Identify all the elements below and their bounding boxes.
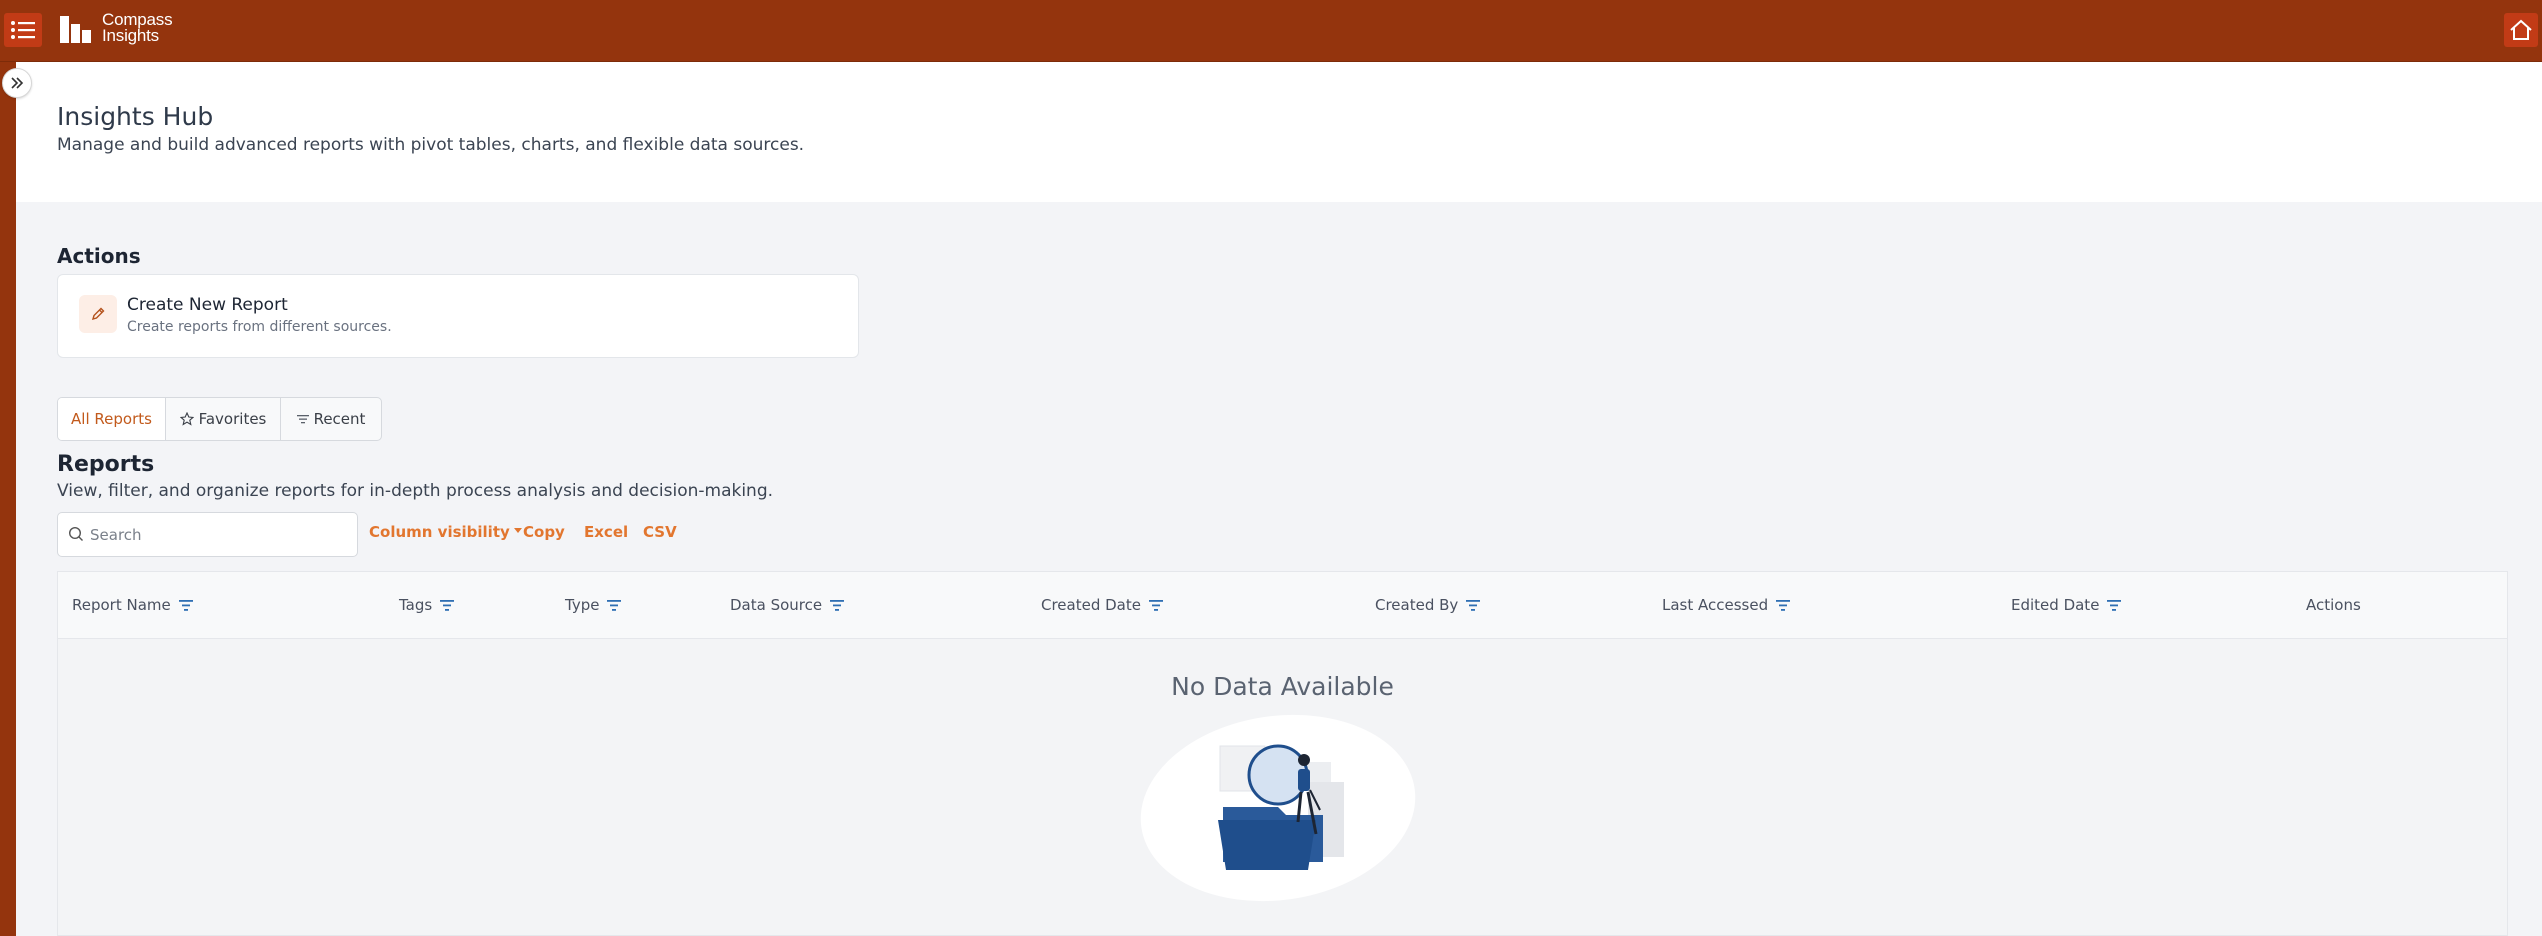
tab-label: Recent [313, 410, 366, 428]
brand-name: Compass Insights [102, 11, 173, 45]
tab-all-reports[interactable]: All Reports [58, 398, 166, 440]
search-input[interactable] [90, 513, 350, 556]
tab-label: Favorites [198, 410, 267, 428]
create-new-report-card[interactable]: Create New Report Create reports from di… [57, 274, 859, 358]
column-header-data-source[interactable]: Data Source [730, 596, 845, 614]
star-icon [179, 412, 194, 426]
double-chevron-right-icon [11, 77, 24, 89]
sidebar-rail [0, 62, 16, 936]
csv-button[interactable]: CSV [643, 523, 677, 541]
tab-label: All Reports [71, 410, 152, 428]
filter-icon[interactable] [607, 599, 622, 611]
column-visibility-button[interactable]: Column visibility [369, 523, 522, 541]
filter-icon[interactable] [1466, 599, 1481, 611]
column-header-tags[interactable]: Tags [399, 596, 455, 614]
page-subtitle: Manage and build advanced reports with p… [57, 135, 805, 155]
column-label: Tags [399, 596, 433, 614]
column-header-actions: Actions [2306, 596, 2361, 614]
column-header-last-accessed[interactable]: Last Accessed [1662, 596, 1791, 614]
tab-recent[interactable]: Recent [281, 398, 381, 440]
sidebar-expand-button[interactable] [2, 68, 32, 98]
empty-state-title: No Data Available [1171, 672, 1394, 701]
brand-line-2: Insights [102, 26, 159, 45]
filter-icon[interactable] [178, 599, 193, 611]
empty-folder-illustration [1140, 714, 1416, 902]
action-label: Create New Report [127, 295, 288, 315]
reports-subtitle: View, filter, and organize reports for i… [57, 481, 774, 501]
column-header-created-by[interactable]: Created By [1375, 596, 1481, 614]
column-label: Last Accessed [1662, 596, 1769, 614]
search-box [57, 512, 358, 557]
column-header-report-name[interactable]: Report Name [72, 596, 193, 614]
column-visibility-label: Column visibility [369, 523, 510, 541]
menu-button[interactable] [4, 13, 42, 47]
column-label: Edited Date [2011, 596, 2100, 614]
caret-down-icon [513, 528, 522, 533]
page-header: Insights Hub Manage and build advanced r… [16, 62, 2542, 202]
action-description: Create reports from different sources. [127, 319, 392, 335]
filter-icon[interactable] [830, 599, 845, 611]
excel-button[interactable]: Excel [584, 523, 628, 541]
column-label: Type [565, 596, 600, 614]
filter-icon[interactable] [1776, 599, 1791, 611]
column-label: Created Date [1041, 596, 1141, 614]
home-icon [2510, 19, 2532, 40]
column-header-created-date[interactable]: Created Date [1041, 596, 1163, 614]
copy-button[interactable]: Copy [523, 523, 565, 541]
filter-icon[interactable] [1148, 599, 1163, 611]
action-icon-box [79, 295, 117, 333]
actions-heading: Actions [57, 244, 141, 268]
home-button[interactable] [2504, 13, 2538, 47]
filter-icon[interactable] [2107, 599, 2122, 611]
filter-icon[interactable] [440, 599, 455, 611]
bar-chart-logo-icon [60, 16, 91, 43]
report-tabs: All Reports Favorites Recent [57, 397, 382, 441]
column-header-type[interactable]: Type [565, 596, 622, 614]
page-title: Insights Hub [57, 102, 214, 131]
menu-list-icon [11, 21, 35, 39]
brand-logo[interactable]: Compass Insights [58, 11, 173, 45]
reports-heading: Reports [57, 452, 155, 477]
filter-lines-icon [296, 415, 309, 424]
table-header: Report Name Tags Type Data Source Create… [58, 572, 2507, 639]
top-navbar: Compass Insights [0, 0, 2542, 62]
column-label: Data Source [730, 596, 823, 614]
tab-favorites[interactable]: Favorites [166, 398, 281, 440]
column-label: Actions [2306, 596, 2361, 614]
column-label: Report Name [72, 596, 171, 614]
pencil-icon [91, 307, 105, 321]
reports-table: Report Name Tags Type Data Source Create… [57, 571, 2508, 936]
column-label: Created By [1375, 596, 1459, 614]
column-header-edited-date[interactable]: Edited Date [2011, 596, 2122, 614]
search-icon [68, 526, 83, 541]
